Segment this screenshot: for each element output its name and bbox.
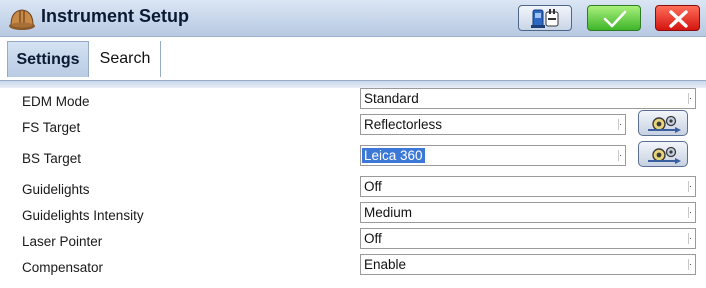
dropdown-arrow-icon (618, 150, 623, 161)
fs-target-value: Reflectorless (364, 117, 443, 132)
laser-pointer-label: Laser Pointer (22, 234, 103, 249)
guidelights-select[interactable]: Off (360, 176, 696, 197)
cancel-button[interactable] (655, 5, 700, 31)
tab-settings[interactable]: Settings (7, 41, 89, 77)
close-x-icon (669, 10, 688, 28)
bs-target-settings-button[interactable] (638, 141, 688, 167)
instrument-settings-icon (531, 9, 559, 28)
laser-pointer-value: Off (364, 231, 382, 246)
laser-pointer-select[interactable]: Off (360, 228, 696, 249)
dropdown-arrow-icon (688, 181, 693, 192)
edm-mode-select[interactable]: Standard (360, 88, 696, 109)
tab-search[interactable]: Search (90, 41, 161, 77)
guidelights-value: Off (364, 179, 382, 194)
dropdown-arrow-icon (688, 207, 693, 218)
target-settings-icon (648, 115, 681, 133)
fs-target-select[interactable]: Reflectorless (360, 114, 626, 135)
dropdown-arrow-icon (688, 93, 693, 104)
tab-bar: Settings Search (0, 37, 706, 80)
checkmark-icon (603, 10, 627, 28)
guidelights-intensity-label: Guidelights Intensity (22, 208, 144, 223)
guidelights-intensity-value: Medium (364, 205, 413, 220)
dropdown-arrow-icon (688, 259, 693, 270)
bs-target-label: BS Target (22, 151, 82, 166)
bs-target-select[interactable]: Leica 360 (360, 145, 626, 166)
edm-mode-label: EDM Mode (22, 94, 90, 109)
bs-target-value: Leica 360 (362, 148, 425, 163)
instrument-settings-button[interactable] (518, 5, 572, 31)
title-bar: Instrument Setup (0, 0, 706, 37)
compensator-label: Compensator (22, 260, 104, 275)
target-settings-icon (648, 146, 681, 164)
fs-target-settings-button[interactable] (638, 110, 688, 136)
edm-mode-value: Standard (364, 91, 419, 106)
window-title: Instrument Setup (41, 6, 190, 26)
ok-button[interactable] (587, 5, 641, 31)
tab-divider (0, 80, 706, 88)
dropdown-arrow-icon (618, 119, 623, 130)
compensator-select[interactable]: Enable (360, 254, 696, 275)
guidelights-label: Guidelights (22, 182, 90, 197)
dropdown-arrow-icon (688, 233, 693, 244)
fs-target-label: FS Target (22, 120, 81, 135)
compensator-value: Enable (364, 257, 407, 272)
guidelights-intensity-select[interactable]: Medium (360, 202, 696, 223)
hard-hat-icon (8, 4, 36, 32)
